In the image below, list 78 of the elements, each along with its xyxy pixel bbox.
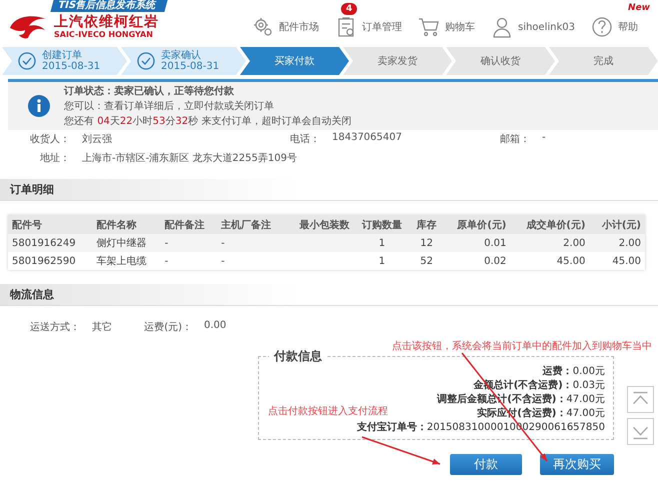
column-header: 原单价(元) <box>443 215 510 234</box>
brand-name: 上汽依维柯红岩 <box>54 15 159 30</box>
cart-icon <box>418 16 440 38</box>
logo-icon <box>8 14 48 40</box>
nav-link[interactable]: sihoelink03 <box>490 16 575 38</box>
field-value: - <box>541 132 546 145</box>
table-cell: 2.00 <box>510 234 590 252</box>
table-cell: - <box>160 234 218 252</box>
table-cell: 2.00 <box>589 234 645 252</box>
table-cell: 12 <box>410 234 444 252</box>
table-cell: 1 <box>354 234 410 252</box>
user-icon <box>490 16 513 38</box>
panel-title: 付款信息 <box>269 348 327 365</box>
section-title: 订单明细 <box>10 183 54 196</box>
step-label: 买家付款 <box>274 56 314 66</box>
nav-link[interactable]: 订单管理 <box>334 16 402 38</box>
field-value: 刘云强 <box>81 132 112 146</box>
table-cell: 1 <box>354 252 410 270</box>
step-label: 卖家发货 <box>378 56 418 66</box>
nav-link[interactable]: 帮助 <box>591 16 638 38</box>
table-cell: 0.02 <box>443 252 510 270</box>
field-label: 电话： <box>289 132 320 146</box>
help-icon <box>591 16 613 38</box>
table-cell: 5801916249 <box>8 234 92 252</box>
step-label: 完成 <box>594 56 614 66</box>
column-header: 库存 <box>410 215 444 234</box>
field-label: 运费(元)： <box>143 320 192 334</box>
table-cell: - <box>160 252 218 270</box>
table-cell: 0.01 <box>443 234 510 252</box>
step-label: 确认收货 <box>480 56 520 66</box>
table-cell: - <box>217 234 286 252</box>
status-hint: 您可以：查看订单详细后，立即付款或关闭订单 <box>64 100 275 114</box>
field-label: 邮箱： <box>499 132 530 146</box>
table-cell: 45.00 <box>589 252 645 270</box>
countdown-text: 您还有 04天22小时53分32秒 来支付订单，超时订单会自动关闭 <box>64 114 352 128</box>
check-circle-icon <box>137 52 155 70</box>
column-header: 配件号 <box>8 215 92 234</box>
field-value: 上海市-市辖区-浦东新区 龙东大道2255弄109号 <box>81 152 297 165</box>
column-header: 成交单价(元) <box>510 215 590 234</box>
column-header: 主机厂备注 <box>217 215 286 234</box>
annotation-text: 点击付款按钮进入支付流程 <box>268 404 388 418</box>
step-label: 创建订单 <box>42 50 83 61</box>
step-label: 卖家确认 <box>161 50 202 61</box>
step-date: 2015-08-31 <box>161 61 220 72</box>
new-label: New <box>628 3 650 13</box>
step-date: 2015-08-31 <box>42 61 100 72</box>
buy-again-button[interactable]: 再次购买 <box>540 454 614 475</box>
table-cell: 52 <box>410 252 444 270</box>
section-title: 物流信息 <box>10 288 54 301</box>
field-value: 其它 <box>91 320 112 334</box>
pay-button[interactable]: 付款 <box>450 454 522 475</box>
payment-line: 运费：0.00元 <box>542 365 605 379</box>
column-header: 订购数量 <box>354 215 410 234</box>
scroll-top-icon[interactable] <box>627 386 654 413</box>
count-badge: 4 <box>340 3 358 15</box>
check-circle-icon <box>18 52 36 70</box>
table-cell: 车架上电缆 <box>92 252 161 270</box>
nav-link[interactable]: 购物车 <box>418 16 475 38</box>
field-value: 0.00 <box>203 320 226 333</box>
gear-icon <box>252 16 274 38</box>
column-header: 小计(元) <box>589 215 645 234</box>
table-cell: - <box>217 252 286 270</box>
table-cell: 侧灯中继器 <box>92 234 161 252</box>
field-label: 运送方式： <box>29 320 80 334</box>
field-label: 收货人： <box>29 133 70 146</box>
nav-link[interactable]: 配件市场 <box>252 16 319 38</box>
scroll-bottom-icon[interactable] <box>627 418 654 445</box>
table-cell: 5801962590 <box>8 252 92 270</box>
table-cell: 45.00 <box>510 252 590 270</box>
column-header: 配件备注 <box>160 215 218 234</box>
field-value: 18437065407 <box>331 132 402 145</box>
order-status-title: 订单状态：卖家已确认，正等待您付款 <box>64 84 235 98</box>
column-header: 配件名称 <box>92 215 161 234</box>
column-header: 最小包装数 <box>285 215 354 234</box>
brand-name-english: SAIC-IVECO HONGYAN <box>54 30 154 39</box>
annotation-text: 点击该按钮，系统会将当前订单中的配件加入到购物车当中 <box>392 340 652 353</box>
field-label: 地址： <box>39 152 70 165</box>
info-icon <box>28 95 50 117</box>
